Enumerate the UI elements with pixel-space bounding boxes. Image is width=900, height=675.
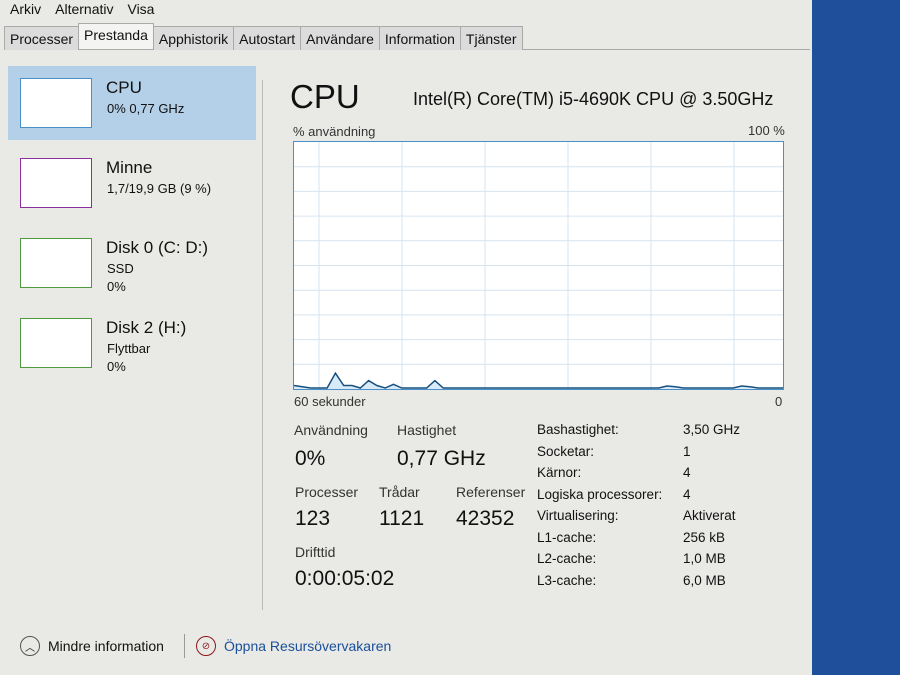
sidebar-thumbnail-graph <box>20 158 92 208</box>
sidebar-item-name: Disk 0 (C: D:) <box>106 238 208 257</box>
uptime-label: Drifttid <box>295 544 336 560</box>
spec-value: 1,0 MB <box>683 551 726 566</box>
menu-visa[interactable]: Visa <box>127 0 154 18</box>
tab-autostart[interactable]: Autostart <box>233 26 302 50</box>
uptime-value: 0:00:05:02 <box>295 567 395 590</box>
spec-value: Aktiverat <box>683 508 736 523</box>
sidebar-thumbnail-graph <box>20 78 92 128</box>
chevron-up-icon: ︿ <box>20 636 40 656</box>
sidebar-item-3[interactable]: Disk 2 (H:) Flyttbar 0% <box>8 306 256 380</box>
spec-value: 1 <box>683 443 691 459</box>
processes-value: 123 <box>295 507 331 530</box>
cpu-usage-graph <box>293 141 784 390</box>
spec-value: 6,0 MB <box>683 572 726 588</box>
handles-value: 42352 <box>456 507 515 530</box>
usage-value: 0% <box>295 447 326 470</box>
tab-prestanda[interactable]: Prestanda <box>78 23 154 49</box>
menu-bar: Arkiv Alternativ Visa <box>0 0 154 18</box>
sidebar-item-name: Minne <box>106 158 153 177</box>
footer-divider <box>184 634 185 658</box>
menu-alternativ[interactable]: Alternativ <box>55 0 113 18</box>
sidebar-item-name: Disk 2 (H:) <box>106 318 187 337</box>
tab-apphistorik[interactable]: Apphistorik <box>152 26 235 50</box>
speed-label: Hastighet <box>397 422 457 438</box>
spec-label: Logiska processorer: <box>537 486 663 502</box>
sidebar-item-0[interactable]: CPU 0% 0,77 GHz <box>8 66 256 140</box>
fewer-details-label: Mindre information <box>48 638 164 654</box>
sidebar-thumbnail-graph <box>20 238 92 288</box>
page-title: CPU <box>290 78 360 115</box>
sidebar-item-sub: 1,7/19,9 GB (9 %) <box>107 181 212 196</box>
y-max-label: 100 % <box>748 123 785 138</box>
spec-label: Kärnor: <box>537 465 582 480</box>
tab-processer[interactable]: Processer <box>4 26 80 50</box>
x-left-label: 60 sekunder <box>294 394 366 409</box>
sidebar-item-1[interactable]: Minne 1,7/19,9 GB (9 %) <box>8 146 256 220</box>
spec-value: 4 <box>683 465 691 480</box>
tab-bar: Processer Prestanda Apphistorik Autostart An… <box>4 23 810 50</box>
sidebar-thumbnail-graph <box>20 318 92 368</box>
speed-value: 0,77 GHz <box>397 447 486 470</box>
handles-label: Referenser <box>456 484 526 500</box>
spec-label: L3-cache: <box>537 572 597 588</box>
spec-value: 256 kB <box>683 529 726 545</box>
sidebar-item-sub: SSD <box>107 261 134 276</box>
task-manager-window: Arkiv Alternativ Visa Processer Prestanda… <box>0 0 812 675</box>
sidebar-item-sub2: 0% <box>107 359 126 374</box>
spec-label: Socketar: <box>537 443 595 459</box>
sidebar-item-2[interactable]: Disk 0 (C: D:) SSD 0% <box>8 226 256 300</box>
sidebar-item-sub2: 0% <box>107 279 126 294</box>
sidebar-item-sub: Flyttbar <box>107 341 151 356</box>
sidebar-item-sub: 0% 0,77 GHz <box>107 101 185 116</box>
spec-value: 4 <box>683 486 691 502</box>
threads-label: Trådar <box>379 484 420 500</box>
usage-label: Användning <box>294 422 368 438</box>
tab-information[interactable]: Information <box>378 26 461 50</box>
open-resource-monitor-link[interactable]: ⊘ Öppna Resursövervakaren <box>196 636 391 656</box>
tab-användare[interactable]: Användare <box>300 26 380 50</box>
menu-arkiv[interactable]: Arkiv <box>10 0 41 18</box>
fewer-details-button[interactable]: ︿ Mindre information <box>20 636 164 656</box>
spec-label: Virtualisering: <box>537 508 619 523</box>
y-axis-label: % användning <box>293 124 376 139</box>
divider <box>262 80 263 610</box>
x-right-label: 0 <box>775 394 783 409</box>
cpu-model: Intel(R) Core(TM) i5-4690K CPU @ 3.50GHz <box>413 89 774 109</box>
processes-label: Processer <box>295 484 359 500</box>
tab-tjänster[interactable]: Tjänster <box>459 26 523 50</box>
spec-label: L1-cache: <box>537 529 597 545</box>
resource-monitor-icon: ⊘ <box>196 636 216 656</box>
resource-monitor-label: Öppna Resursövervakaren <box>224 638 392 654</box>
spec-value: 3,50 GHz <box>683 422 741 437</box>
sidebar-item-name: CPU <box>106 78 142 97</box>
spec-label: Bashastighet: <box>537 422 619 437</box>
threads-value: 1121 <box>379 507 425 530</box>
resource-sidebar: CPU 0% 0,77 GHz Minne 1,7/19,9 GB (9 %) … <box>8 66 258 611</box>
spec-label: L2-cache: <box>537 551 597 566</box>
